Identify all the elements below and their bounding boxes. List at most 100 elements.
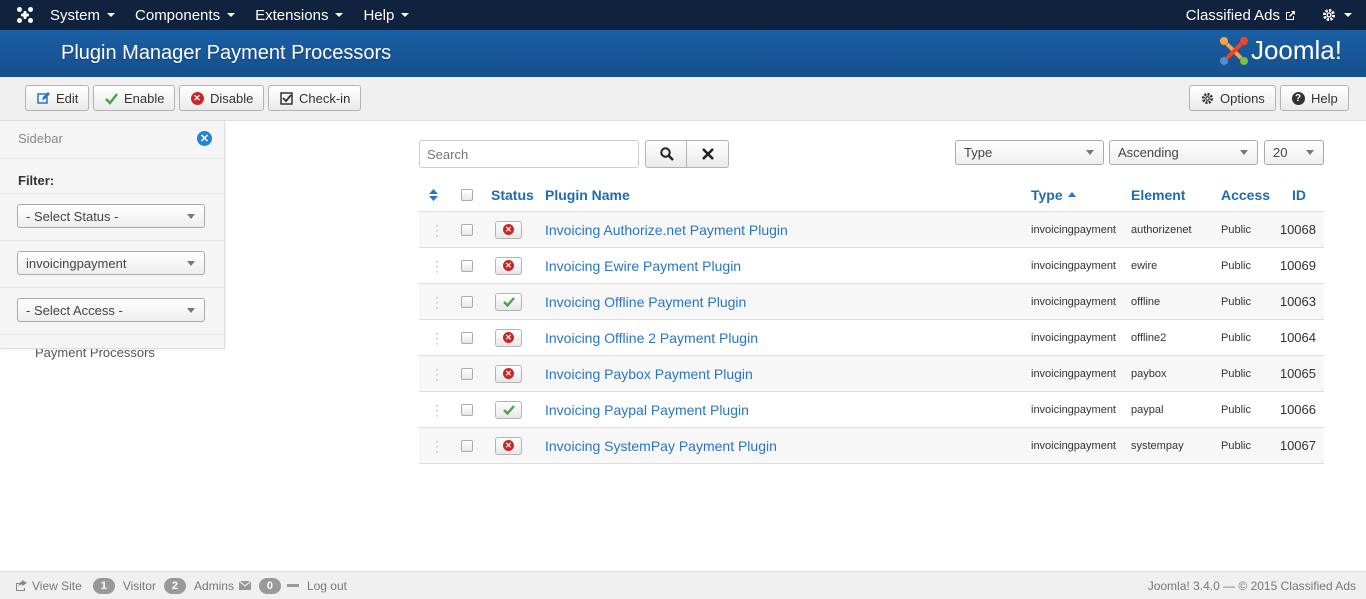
page-header: Plugin Manager Payment Processors Joomla…: [0, 30, 1366, 77]
user-settings-menu[interactable]: [1322, 8, 1352, 22]
row-checkbox[interactable]: [461, 320, 473, 355]
ordering-select[interactable]: Type: [955, 140, 1104, 165]
caret-down-icon: [1344, 13, 1352, 17]
caret-down-icon: [335, 13, 344, 17]
enable-button[interactable]: Enable: [93, 85, 176, 111]
plugin-name-link[interactable]: Invoicing SystemPay Payment Plugin: [545, 428, 777, 463]
plugin-type: invoicingpayment: [1031, 367, 1116, 380]
column-id[interactable]: ID: [1292, 177, 1306, 212]
column-type[interactable]: Type: [1031, 177, 1076, 212]
admin-badge: 2: [163, 577, 186, 594]
edit-icon: [36, 91, 50, 105]
disabled-icon: ✕: [503, 440, 514, 451]
row-checkbox[interactable]: [461, 284, 473, 319]
type-filter-select[interactable]: invoicingpayment: [17, 251, 205, 275]
column-status[interactable]: Status: [491, 177, 534, 212]
select-all-checkbox[interactable]: [461, 177, 473, 212]
plugin-access: Public: [1221, 439, 1251, 452]
clear-search-button[interactable]: [686, 140, 729, 168]
envelope-icon: [238, 581, 251, 590]
status-toggle-button[interactable]: [495, 392, 522, 427]
gear-icon: [1200, 91, 1214, 105]
logout-label: Log out: [306, 578, 347, 593]
plugin-access: Public: [1221, 403, 1251, 416]
column-access[interactable]: Access: [1221, 177, 1270, 212]
status-toggle-button[interactable]: ✕: [495, 248, 522, 283]
row-checkbox[interactable]: [461, 356, 473, 391]
sidebar-panel: Sidebar ✕ Filter: - Select Status - invo…: [0, 121, 225, 349]
plugin-name-link[interactable]: Invoicing Paypal Payment Plugin: [545, 392, 749, 427]
row-checkbox[interactable]: [461, 428, 473, 463]
plugin-type: invoicingpayment: [1031, 439, 1116, 452]
drag-handle-icon[interactable]: ⋮: [430, 320, 444, 355]
column-plugin-name[interactable]: Plugin Name: [545, 177, 630, 212]
plugin-name-link[interactable]: Invoicing Offline 2 Payment Plugin: [545, 320, 758, 355]
disabled-icon: ✕: [503, 368, 514, 379]
disable-button[interactable]: ✕ Disable: [179, 85, 265, 111]
edit-label: Edit: [56, 90, 79, 106]
site-link-label: Classified Ads: [1185, 6, 1280, 24]
external-link-icon: [1286, 10, 1295, 20]
access-filter-select[interactable]: - Select Access -: [17, 298, 205, 322]
help-button[interactable]: ? Help: [1280, 85, 1349, 111]
messages-link[interactable]: 0: [238, 577, 285, 594]
plugin-id: 10066: [1279, 402, 1316, 417]
plugin-name-link[interactable]: Invoicing Offline Payment Plugin: [545, 284, 746, 319]
drag-handle-icon[interactable]: ⋮: [430, 284, 444, 319]
search-button[interactable]: [645, 140, 688, 168]
close-icon: [701, 148, 714, 160]
checkin-button[interactable]: Check-in: [268, 85, 362, 111]
row-checkbox[interactable]: [461, 392, 473, 427]
access-filter-value: - Select Access -: [26, 302, 123, 318]
status-footer: View Site 1 Visitor 2 Admins 0 Log out J…: [0, 571, 1366, 599]
status-filter-select[interactable]: - Select Status -: [17, 204, 205, 228]
menu-extensions[interactable]: Extensions: [255, 7, 344, 24]
menu-help[interactable]: Help: [363, 6, 410, 24]
drag-handle-icon[interactable]: ⋮: [430, 248, 444, 283]
logout-link[interactable]: Log out: [286, 578, 347, 593]
status-toggle-button[interactable]: ✕: [495, 356, 522, 391]
status-toggle-button[interactable]: ✕: [495, 320, 522, 355]
caret-down-icon: [401, 13, 410, 17]
limit-select[interactable]: 20: [1264, 140, 1324, 165]
plugin-name-link[interactable]: Invoicing Paybox Payment Plugin: [545, 356, 753, 391]
disabled-icon: ✕: [503, 224, 514, 235]
plugin-element: ewire: [1131, 259, 1158, 272]
plugin-element: systempay: [1131, 439, 1184, 452]
close-icon[interactable]: ✕: [197, 131, 212, 146]
site-link[interactable]: Classified Ads: [1186, 7, 1296, 24]
column-element[interactable]: Element: [1131, 177, 1185, 212]
drag-handle-icon[interactable]: ⋮: [430, 428, 444, 463]
status-toggle-button[interactable]: ✕: [495, 212, 522, 247]
caret-down-icon: [107, 13, 116, 17]
plugin-name-link[interactable]: Invoicing Authorize.net Payment Plugin: [545, 212, 788, 247]
drag-handle-icon[interactable]: ⋮: [430, 356, 444, 391]
search-input[interactable]: [419, 140, 639, 168]
status-toggle-button[interactable]: ✕: [495, 428, 522, 463]
divider: [0, 287, 225, 288]
edit-button[interactable]: Edit: [25, 85, 90, 111]
options-button[interactable]: Options: [1189, 85, 1276, 111]
plugin-id: 10064: [1279, 330, 1316, 345]
joomla-menu-icon[interactable]: [0, 0, 50, 30]
status-toggle-button[interactable]: [495, 284, 522, 319]
row-checkbox[interactable]: [461, 248, 473, 283]
table-row: ⋮ Invoicing Offline Payment Plugin invoi…: [419, 284, 1324, 320]
divider: [0, 240, 225, 241]
row-checkbox[interactable]: [461, 212, 473, 247]
sort-icon[interactable]: [429, 177, 438, 212]
drag-handle-icon[interactable]: ⋮: [430, 212, 444, 247]
menu-components[interactable]: Components: [135, 7, 236, 24]
drag-handle-icon[interactable]: ⋮: [430, 392, 444, 427]
menu-system[interactable]: System: [50, 7, 116, 24]
table-header: Status Plugin Name Type Element Access I…: [419, 177, 1324, 212]
checkin-label: Check-in: [299, 90, 351, 106]
table-row: ⋮ ✕ Invoicing SystemPay Payment Plugin i…: [419, 428, 1324, 464]
top-navbar: System Components Extensions Help Classi…: [0, 0, 1366, 30]
plugin-name-link[interactable]: Invoicing Ewire Payment Plugin: [545, 248, 741, 283]
help-label: Help: [1311, 90, 1338, 106]
menu-help-label: Help: [363, 6, 395, 24]
view-site-link[interactable]: View Site: [15, 579, 82, 593]
direction-select[interactable]: Ascending: [1109, 140, 1258, 165]
options-label: Options: [1220, 90, 1265, 106]
